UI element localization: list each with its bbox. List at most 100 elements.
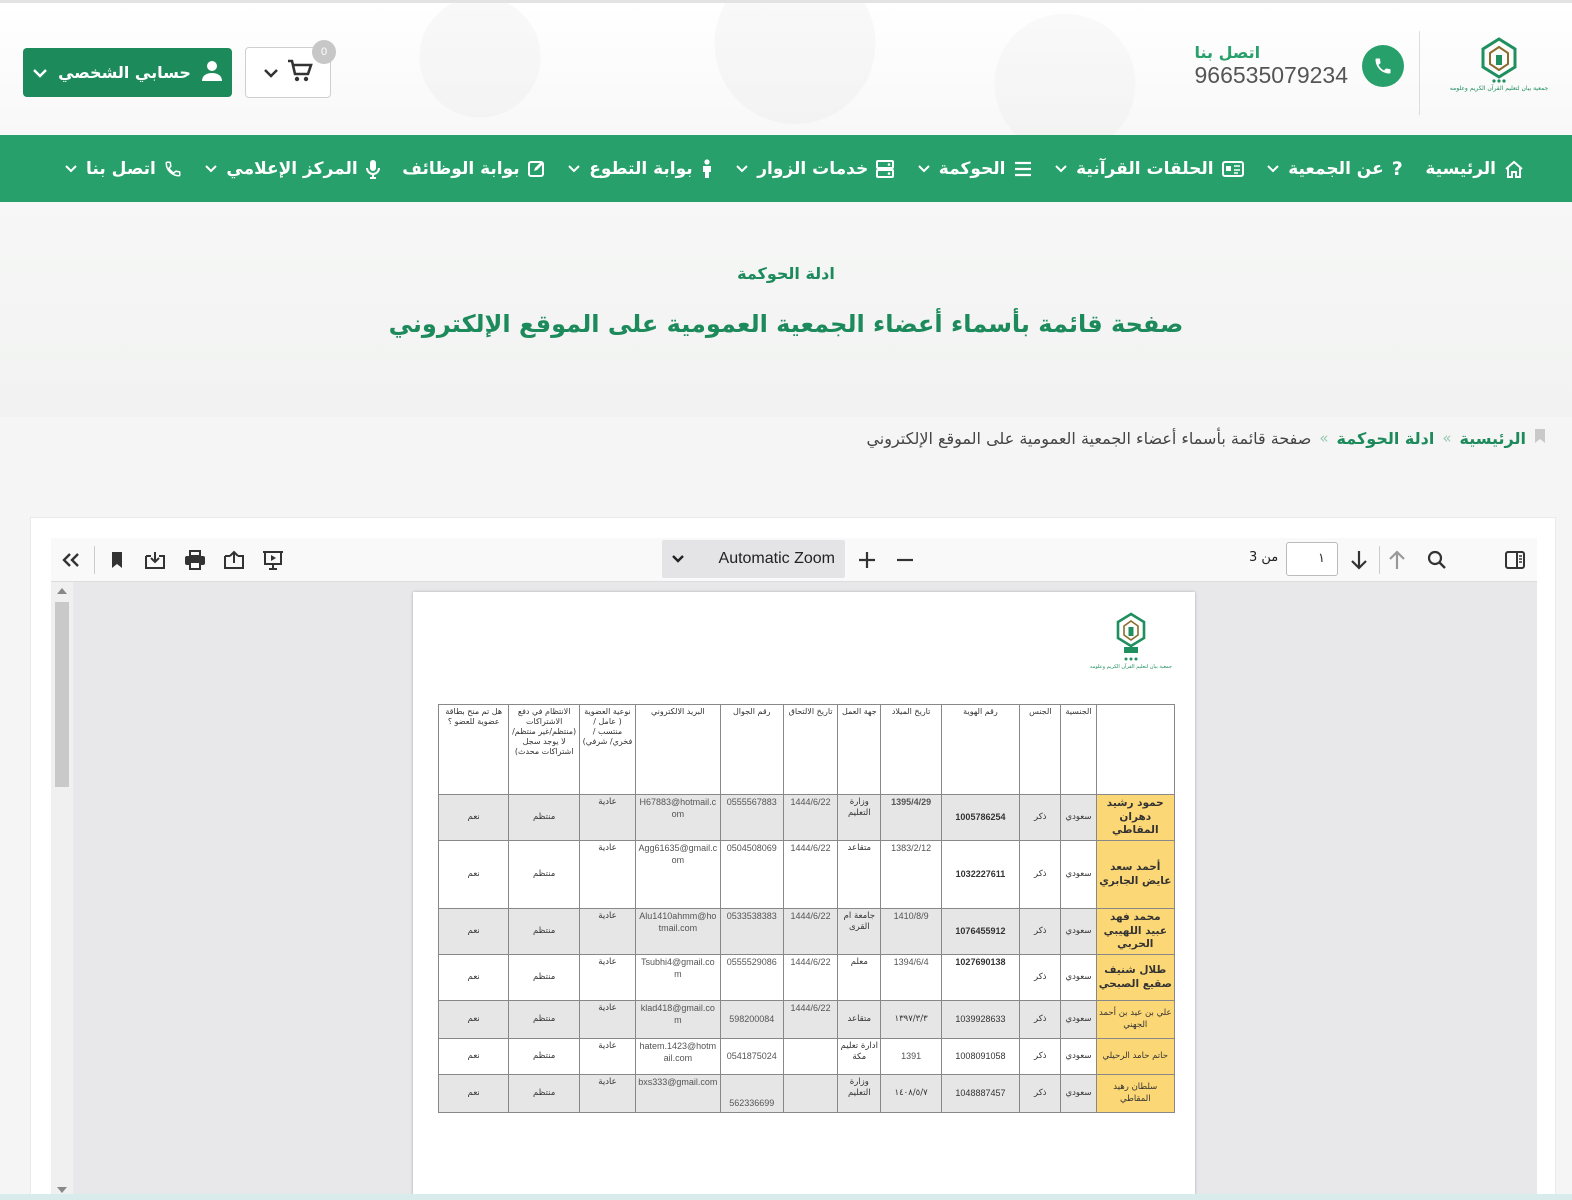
- arrow-down-icon: [1351, 551, 1367, 570]
- home-icon: [1505, 160, 1523, 178]
- gender-cell: ذكر: [1019, 1000, 1062, 1039]
- logo-icon: [1481, 37, 1517, 83]
- email-cell: Alu1410ahmm@hotmail.com: [635, 908, 721, 955]
- nav-item-quran-circles[interactable]: الحلقات القرآنية: [1054, 159, 1244, 179]
- chevron-down-icon: [918, 165, 930, 173]
- employer-cell: وزارة التعليم: [837, 794, 882, 841]
- phone-circle-icon: [1362, 45, 1404, 87]
- nav-label: بوابة التطوع: [589, 158, 693, 179]
- nav-item-home[interactable]: الرئيسية: [1425, 159, 1524, 179]
- page-bottom-strip: [0, 1194, 1572, 1200]
- download-icon: [145, 552, 165, 569]
- nav-label: الرئيسية: [1425, 158, 1496, 179]
- column-header: رقم الهوية: [940, 704, 1021, 795]
- email-cell: H67883@hotmail.com: [635, 794, 721, 841]
- column-header: الجنسية: [1060, 704, 1097, 795]
- print-button[interactable]: [181, 546, 209, 574]
- find-button[interactable]: [1423, 546, 1451, 574]
- print-icon: [185, 550, 205, 570]
- membership-type-cell: عادية: [578, 1038, 637, 1075]
- presentation-button[interactable]: [259, 546, 287, 574]
- scroll-thumb[interactable]: [55, 602, 69, 787]
- membership-type-cell: عادية: [578, 840, 637, 909]
- pdf-canvas-area[interactable]: جمعية بيان لتعليم القرآن الكريم وعلومه ا…: [51, 582, 1537, 1200]
- member-name: أحمد سعد عايض الجابري: [1095, 840, 1176, 909]
- chevron-down-icon: [205, 165, 218, 173]
- open-file-button[interactable]: [220, 546, 248, 574]
- next-page-button[interactable]: [1345, 546, 1373, 574]
- employer-cell: وزارة التعليم: [837, 1074, 882, 1113]
- column-header: الجنس: [1019, 704, 1062, 795]
- download-button[interactable]: [141, 546, 169, 574]
- card-issued-cell: نعم: [437, 908, 510, 955]
- vertical-scrollbar[interactable]: [51, 582, 73, 1200]
- id-number-cell: 1076455912: [940, 908, 1021, 955]
- scroll-up-arrow[interactable]: [57, 588, 67, 594]
- contact-label: اتصل بنا: [1194, 43, 1261, 62]
- column-header: رقم الجوال: [719, 704, 784, 795]
- zoom-in-button[interactable]: [853, 546, 881, 574]
- table-row: أحمد سعد عايض الجابري سعودي ذكر 10322276…: [437, 840, 1176, 909]
- member-name: علي بن عيد بن أحمد الجهني: [1095, 1000, 1176, 1039]
- employer-cell: جامعة ام القرى: [837, 908, 882, 955]
- bookmark-icon: [112, 552, 122, 568]
- nav-item-media-center[interactable]: المركز الإعلامي: [204, 159, 380, 179]
- payment-status-cell: منتظم: [508, 1038, 580, 1075]
- user-icon: [201, 60, 223, 86]
- membership-type-cell: عادية: [578, 794, 637, 841]
- join-date-cell: 1444/6/22: [782, 794, 839, 841]
- column-header: هل تم منح بطاقة عضوية للعضو ؟: [437, 704, 510, 795]
- toolbar-separator: [94, 546, 95, 574]
- cart-button[interactable]: 0: [245, 40, 336, 98]
- employer-cell: متقاعد: [837, 840, 882, 909]
- chevron-down-icon: [32, 63, 48, 82]
- employer-cell: معلم: [837, 954, 882, 1001]
- column-header: البريد الالكتروني: [635, 704, 721, 795]
- tools-menu-button[interactable]: [57, 546, 85, 574]
- gender-cell: ذكر: [1019, 794, 1062, 841]
- gender-cell: ذكر: [1019, 908, 1062, 955]
- mobile-cell: 0533538383: [719, 908, 784, 955]
- sidebar-toggle-button[interactable]: [1501, 546, 1529, 574]
- breadcrumb-parent[interactable]: ادلة الحوكمة: [1337, 429, 1435, 448]
- contact-block[interactable]: اتصل بنا 966535079234: [1194, 43, 1404, 89]
- site-logo[interactable]: جمعية بيان لتعليم القرآن الكريم وعلومه: [1450, 37, 1548, 105]
- nationality-cell: سعودي: [1060, 794, 1097, 841]
- nav-item-visitor-services[interactable]: خدمات الزوار: [735, 159, 895, 179]
- nationality-cell: سعودي: [1060, 1000, 1097, 1039]
- toolbar-separator: [1379, 546, 1380, 574]
- zoom-select[interactable]: Automatic Zoom: [662, 540, 845, 578]
- nav-item-volunteering[interactable]: بوابة التطوع: [567, 159, 712, 179]
- nav-item-contact[interactable]: اتصل بنا: [64, 159, 182, 179]
- zoom-out-button[interactable]: [891, 546, 919, 574]
- column-header: تاريخ الميلاد: [880, 704, 942, 795]
- join-date-cell: 1444/6/22: [782, 954, 839, 1001]
- account-button[interactable]: حسابي الشخصي: [23, 48, 232, 97]
- employer-cell: متقاعد: [837, 1000, 882, 1039]
- previous-page-button[interactable]: [1383, 546, 1411, 574]
- pdf-page: جمعية بيان لتعليم القرآن الكريم وعلومه ا…: [413, 592, 1195, 1200]
- zoom-label: Automatic Zoom: [718, 550, 835, 567]
- bookmark-button[interactable]: [103, 546, 131, 574]
- nav-item-governance[interactable]: الحوكمة: [917, 159, 1032, 179]
- logo-icon: [1116, 612, 1146, 661]
- membership-type-cell: عادية: [578, 1000, 637, 1039]
- scroll-down-arrow[interactable]: [57, 1187, 67, 1193]
- nav-item-about[interactable]: ? عن الجمعية: [1266, 158, 1403, 180]
- table-row: حمود رشيد دهران المقاطي سعودي ذكر 100578…: [437, 794, 1176, 841]
- pdf-viewer: Automatic Zoom من 3 ١ جمعية بيان لتعليم …: [30, 517, 1556, 1200]
- breadcrumb-home[interactable]: الرئيسية: [1460, 429, 1527, 448]
- card-issued-cell: نعم: [437, 1000, 510, 1039]
- breadcrumb-separator: »: [1319, 429, 1329, 447]
- dob-cell: 1394/6/4: [880, 954, 942, 1001]
- page-count: من 3: [1249, 550, 1279, 565]
- nav-item-jobs[interactable]: بوابة الوظائف: [402, 159, 544, 179]
- mobile-cell: 562336699: [719, 1074, 784, 1113]
- column-header: جهة العمل: [837, 704, 882, 795]
- page-number-input[interactable]: ١: [1286, 542, 1338, 576]
- contact-phone[interactable]: 966535079234: [1195, 62, 1349, 89]
- logo-caption: جمعية بيان لتعليم القرآن الكريم وعلومه: [1449, 85, 1549, 92]
- email-cell: Tsubhi4@gmail.com: [635, 954, 721, 1001]
- join-date-cell: 1444/6/22: [782, 908, 839, 955]
- column-header: الانتظام في دفع الاشتراكات (منتظم/غير من…: [508, 704, 580, 795]
